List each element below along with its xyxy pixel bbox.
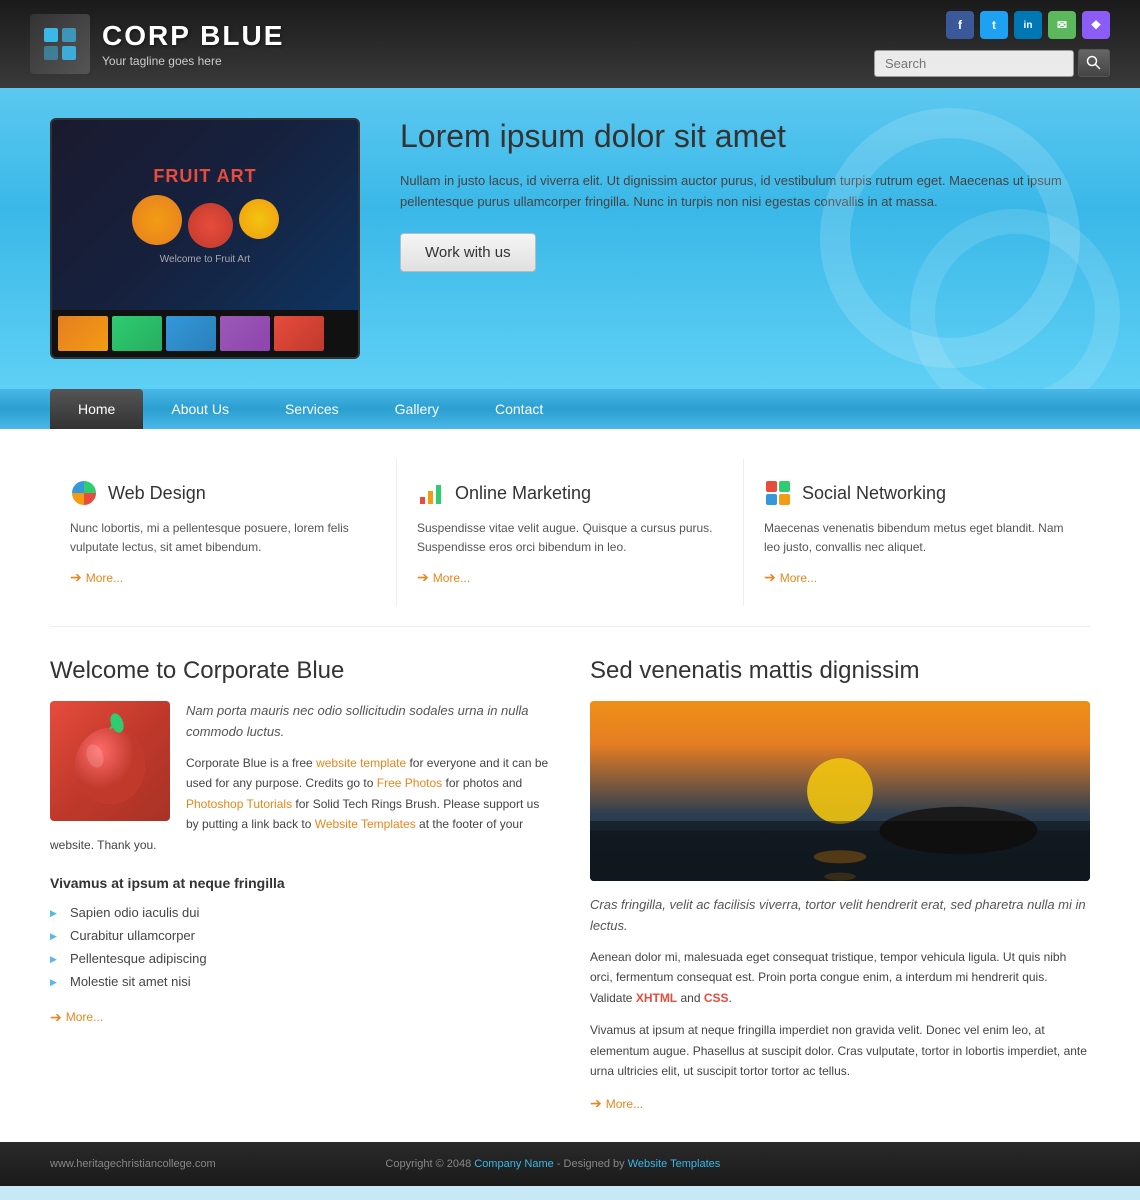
website-template-link[interactable]: website template	[316, 756, 406, 770]
feature-desc-1: Nunc lobortis, mi a pellentesque posuere…	[70, 519, 376, 557]
right-column: Sed venenatis mattis dignissim	[590, 657, 1090, 1112]
features-section: Web Design Nunc lobortis, mi a pellentes…	[50, 459, 1090, 627]
hero-description: Nullam in justo lacus, id viverra elit. …	[400, 171, 1090, 213]
footer: www.heritagechristiancollege.com Copyrig…	[0, 1142, 1140, 1186]
photoshop-tutorials-link[interactable]: Photoshop Tutorials	[186, 797, 292, 811]
linkedin-icon[interactable]: in	[1014, 11, 1042, 39]
social-icons: f t in ✉ ❖	[946, 11, 1110, 39]
right-body-1: Aenean dolor mi, malesuada eget consequa…	[590, 947, 1090, 1008]
search-button[interactable]	[1078, 49, 1110, 77]
logo-area: CORP BLUE Your tagline goes here	[30, 14, 284, 74]
feature-header-2: Online Marketing	[417, 479, 723, 507]
fruit-art-label: FRUIT ART	[132, 166, 279, 187]
left-sub-title: Vivamus at ipsum at neque fringilla	[50, 875, 550, 891]
thumb-5	[274, 316, 324, 351]
feature-desc-2: Suspendisse vitae velit augue. Quisque a…	[417, 519, 723, 557]
list-item-3: Pellentesque adipiscing	[50, 947, 550, 970]
arrow-icon-right: ➔	[590, 1095, 602, 1112]
xhtml-link[interactable]: XHTML	[636, 991, 677, 1005]
logo-title: CORP BLUE	[102, 20, 284, 52]
search-icon	[1086, 55, 1102, 71]
online-marketing-icon	[417, 479, 445, 507]
sunset-image	[590, 701, 1090, 881]
feature-online-marketing: Online Marketing Suspendisse vitae velit…	[397, 459, 744, 606]
arrow-icon-1: ➔	[70, 569, 82, 586]
hero-section: FRUIT ART Welcome to Fruit Art Lorem ips…	[0, 88, 1140, 389]
hero-image-inner: FRUIT ART Welcome to Fruit Art	[52, 120, 358, 310]
hero-thumbnails	[52, 310, 358, 357]
feature-header-3: Social Networking	[764, 479, 1070, 507]
header: CORP BLUE Your tagline goes here f t in …	[0, 0, 1140, 88]
social-networking-icon	[764, 479, 792, 507]
footer-center: Copyright © 2048 Company Name - Designed…	[385, 1158, 720, 1170]
sunset-svg	[590, 701, 1090, 881]
list-item-1: Sapien odio iaculis dui	[50, 901, 550, 924]
list-item-2: Curabitur ullamcorper	[50, 924, 550, 947]
nav-contact[interactable]: Contact	[467, 389, 571, 429]
main-content: Web Design Nunc lobortis, mi a pellentes…	[0, 429, 1140, 1142]
facebook-icon[interactable]: f	[946, 11, 974, 39]
bullet-list: Sapien odio iaculis dui Curabitur ullamc…	[50, 901, 550, 993]
website-templates-link-body[interactable]: Website Templates	[315, 817, 416, 831]
twitter-icon[interactable]: t	[980, 11, 1008, 39]
nav-about[interactable]: About Us	[143, 389, 257, 429]
left-more-link[interactable]: ➔ More...	[50, 1009, 550, 1026]
arrow-icon-2: ➔	[417, 569, 429, 586]
nav-home[interactable]: Home	[50, 389, 143, 429]
nav-services[interactable]: Services	[257, 389, 367, 429]
hero-title: Lorem ipsum dolor sit amet	[400, 118, 1090, 155]
website-templates-footer-link[interactable]: Website Templates	[628, 1158, 721, 1170]
footer-left: www.heritagechristiancollege.com	[50, 1158, 216, 1170]
arrow-icon-left: ➔	[50, 1009, 62, 1026]
feature-header-1: Web Design	[70, 479, 376, 507]
apple-svg	[65, 711, 155, 811]
content-wrapper: Web Design Nunc lobortis, mi a pellentes…	[0, 429, 1140, 1142]
feature-title-2: Online Marketing	[455, 483, 591, 504]
arrow-icon-3: ➔	[764, 569, 776, 586]
feature-social-networking: Social Networking Maecenas venenatis bib…	[744, 459, 1090, 606]
feature-title-3: Social Networking	[802, 483, 946, 504]
thumb-1	[58, 316, 108, 351]
right-body-2: Vivamus at ipsum at neque fringilla impe…	[590, 1020, 1090, 1081]
rss-icon[interactable]: ❖	[1082, 11, 1110, 39]
list-item-4: Molestie sit amet nisi	[50, 970, 550, 993]
search-bar	[874, 49, 1110, 77]
feature-web-design: Web Design Nunc lobortis, mi a pellentes…	[50, 459, 397, 606]
two-column-section: Welcome to Corporate Blue	[50, 657, 1090, 1112]
work-with-us-button[interactable]: Work with us	[400, 233, 536, 272]
apple-image	[50, 701, 170, 821]
hero-image: FRUIT ART Welcome to Fruit Art	[50, 118, 360, 359]
css-link[interactable]: CSS	[704, 991, 729, 1005]
feature-desc-3: Maecenas venenatis bibendum metus eget b…	[764, 519, 1070, 557]
logo-icon	[30, 14, 90, 74]
feature-more-1[interactable]: ➔ More...	[70, 569, 376, 586]
search-input[interactable]	[874, 50, 1074, 77]
right-italic: Cras fringilla, velit ac facilisis viver…	[590, 895, 1090, 937]
header-right: f t in ✉ ❖	[874, 11, 1110, 77]
navigation: Home About Us Services Gallery Contact	[0, 389, 1140, 429]
web-design-icon	[70, 479, 98, 507]
nav-gallery[interactable]: Gallery	[367, 389, 467, 429]
left-section-body: Nam porta mauris nec odio sollicitudin s…	[50, 701, 550, 855]
feature-more-3[interactable]: ➔ More...	[764, 569, 1070, 586]
thumb-4	[220, 316, 270, 351]
thumb-2	[112, 316, 162, 351]
feature-more-2[interactable]: ➔ More...	[417, 569, 723, 586]
left-section-title: Welcome to Corporate Blue	[50, 657, 550, 685]
right-section-title: Sed venenatis mattis dignissim	[590, 657, 1090, 685]
left-column: Welcome to Corporate Blue	[50, 657, 550, 1112]
free-photos-link[interactable]: Free Photos	[377, 776, 442, 790]
logo-tagline: Your tagline goes here	[102, 54, 284, 68]
hero-content: Lorem ipsum dolor sit amet Nullam in jus…	[400, 118, 1090, 272]
logo-text: CORP BLUE Your tagline goes here	[102, 20, 284, 68]
message-icon[interactable]: ✉	[1048, 11, 1076, 39]
right-more-link[interactable]: ➔ More...	[590, 1095, 1090, 1112]
feature-title-1: Web Design	[108, 483, 206, 504]
thumb-3	[166, 316, 216, 351]
company-name-link[interactable]: Company Name	[474, 1158, 553, 1170]
